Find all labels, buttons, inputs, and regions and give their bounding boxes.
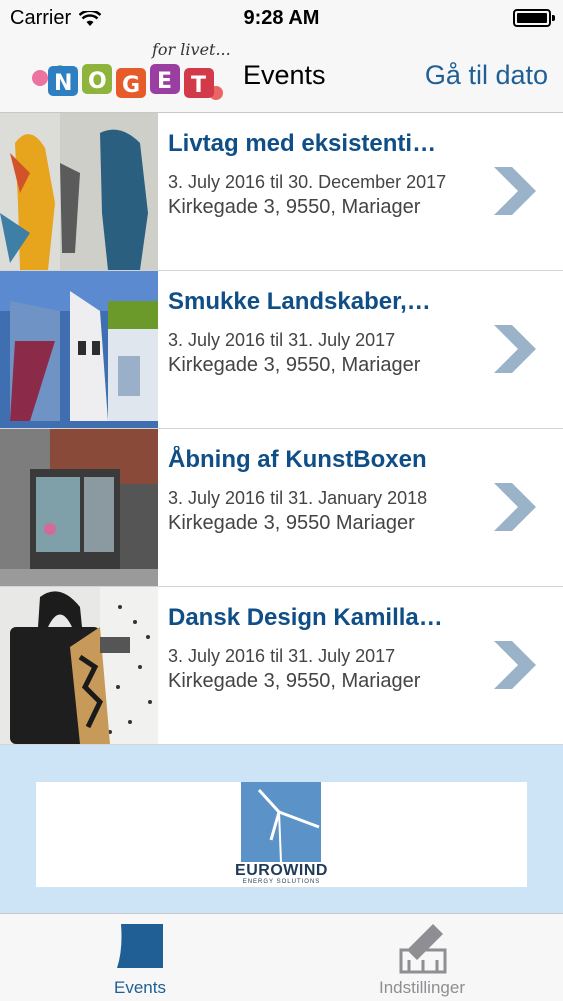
navigation-bar: for livet... N O G E T Events Gå til dat… (0, 38, 563, 113)
event-thumbnail (0, 429, 158, 586)
status-bar: Carrier 9:28 AM (0, 0, 563, 38)
event-date: 3. July 2016 til 31. January 2018 (168, 488, 428, 508)
svg-text:for livet...: for livet... (151, 40, 230, 59)
event-address: Kirkegade 3, 9550 Mariager (168, 512, 415, 534)
svg-text:G: G (122, 73, 140, 98)
chevron-right-icon (494, 641, 536, 689)
chevron-right-icon (494, 325, 536, 373)
event-thumbnail (0, 271, 158, 428)
event-date: 3. July 2016 til 31. July 2017 (168, 646, 396, 666)
tab-events[interactable]: Events (40, 914, 240, 1001)
wind-turbine-icon (241, 782, 321, 862)
event-row[interactable]: Smukke Landskaber,… 3. July 2016 til 31.… (0, 271, 563, 429)
chevron-right-icon (494, 483, 536, 531)
event-title: Smukke Landskaber,… (168, 288, 431, 315)
event-title: Livtag med eksistenti… (168, 130, 437, 157)
event-list: Livtag med eksistenti… 3. July 2016 til … (0, 113, 563, 745)
settings-icon (399, 924, 447, 974)
event-address: Kirkegade 3, 9550, Mariager (168, 354, 421, 376)
ad-brand: EUROWIND (235, 862, 328, 879)
tab-indstillinger-label: Indstillinger (379, 978, 465, 997)
event-date: 3. July 2016 til 30. December 2017 (168, 172, 447, 192)
svg-text:N: N (54, 71, 72, 96)
event-address: Kirkegade 3, 9550, Mariager (168, 196, 421, 218)
svg-text:E: E (157, 69, 172, 94)
event-thumbnail (0, 587, 158, 744)
event-row[interactable]: Dansk Design Kamilla… 3. July 2016 til 3… (0, 587, 563, 745)
event-title: Dansk Design Kamilla… (168, 604, 443, 631)
event-thumbnail (0, 113, 158, 270)
chevron-right-icon (494, 167, 536, 215)
clock: 9:28 AM (243, 7, 320, 29)
events-icon (117, 924, 163, 968)
tab-events-label: Events (114, 978, 166, 997)
noget-logo: for livet... N O G E T (32, 40, 230, 100)
event-address: Kirkegade 3, 9550, Mariager (168, 670, 421, 692)
event-row[interactable]: Livtag med eksistenti… 3. July 2016 til … (0, 113, 563, 271)
svg-text:T: T (191, 73, 206, 98)
event-row[interactable]: Åbning af KunstBoxen 3. July 2016 til 31… (0, 429, 563, 587)
event-date: 3. July 2016 til 31. July 2017 (168, 330, 396, 350)
ad-banner[interactable]: EUROWIND ENERGY SOLUTIONS (36, 782, 527, 887)
tab-indstillinger[interactable]: Indstillinger (322, 914, 522, 1001)
ad-tagline: ENERGY SOLUTIONS (242, 879, 321, 885)
svg-text:O: O (88, 69, 107, 94)
event-title: Åbning af KunstBoxen (168, 446, 427, 473)
ad-area: EUROWIND ENERGY SOLUTIONS (0, 745, 563, 913)
tab-bar: Events Indstillinger (0, 913, 563, 1001)
battery-icon (513, 9, 555, 27)
goto-date-button[interactable]: Gå til dato (425, 60, 548, 91)
nav-title: Events (243, 60, 326, 90)
